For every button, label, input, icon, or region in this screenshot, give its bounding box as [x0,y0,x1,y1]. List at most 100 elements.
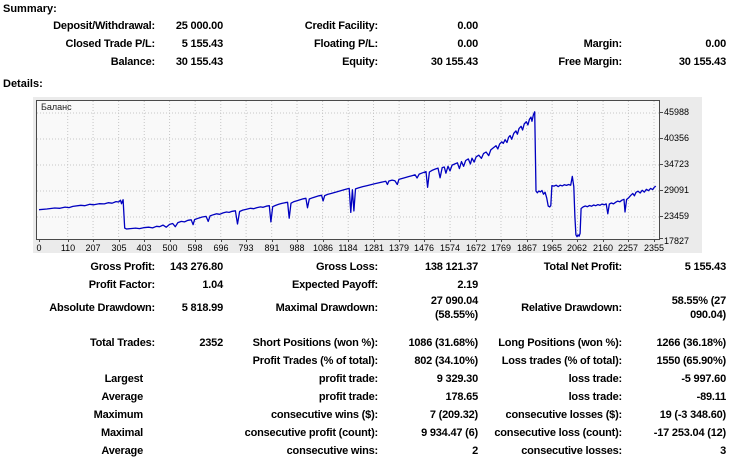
stat-value: 0.00 [705,35,726,53]
stat-label: profit trade: [319,388,378,406]
x-axis-tick [399,240,400,242]
stat-label: Gross Loss: [316,258,378,276]
stat-label: Short Positions (won %): [253,334,378,352]
stat-value: 27 090.04 (58.55%) [431,294,478,322]
stat-value: 5 155.43 [685,258,726,276]
details-table: Gross Profit:143 276.80Gross Loss:138 12… [0,258,731,460]
summary-section-title: Summary: [3,3,57,15]
stat-value: 19 (-3 348.60) [660,406,726,424]
stat-value: 1086 (31.68%) [408,334,478,352]
x-axis-tick [424,240,425,242]
x-axis-label: 793 [238,243,253,253]
stat-value: 3 [720,442,726,460]
stat-label: Maximum [94,406,143,424]
stat-label: consecutive losses ($): [506,406,622,424]
table-row: Gross Profit:143 276.80Gross Loss:138 12… [0,258,731,276]
x-axis-tick [93,240,94,242]
stat-label: Average [101,388,143,406]
stat-value: 0.00 [457,35,478,53]
x-axis-label: 305 [111,243,126,253]
table-row: Profit Trades (% of total):802 (34.10%)L… [0,352,731,370]
stat-value: 7 (209.32) [430,406,478,424]
stat-label: Expected Payoff: [292,276,378,294]
x-axis-label: 1672 [466,243,486,253]
x-axis-label: 500 [162,243,177,253]
x-axis-tick [628,240,629,242]
y-axis-label: 45988 [664,107,689,117]
stat-value: 2352 [199,334,223,352]
stat-label: Absolute Drawdown: [49,294,155,322]
stat-value: 30 155.43 [431,53,478,71]
y-axis-label: 34723 [664,159,689,169]
stat-label: consecutive loss (count): [494,424,622,442]
x-axis-tick [552,240,553,242]
mt4-statement-report: Summary: Deposit/Withdrawal:25 000.00Cre… [0,0,731,449]
stat-label: Average [101,442,143,460]
stat-label: Closed Trade P/L: [65,35,155,53]
y-axis-tick [660,216,663,217]
table-row: Closed Trade P/L: 5 155.43 Floating P/L: 0.… [0,35,731,53]
stat-label: Maximal [101,424,143,442]
summary-table: Deposit/Withdrawal:25 000.00Credit Facil… [0,17,731,71]
stat-value: -5 997.60 [681,370,726,388]
stat-value: -89.11 [697,388,726,406]
y-axis-label: 17827 [664,236,689,246]
x-axis-tick [246,240,247,242]
stat-label: loss trade: [569,388,622,406]
table-row: Profit Factor:1.04Expected Payoff:2.19 [0,276,731,294]
y-axis-tick [660,238,663,239]
balance-line-chart [37,101,659,239]
stat-label: Loss trades (% of total): [502,352,622,370]
x-axis-label: 1574 [440,243,460,253]
y-axis-label: 23459 [664,211,689,221]
stat-label: consecutive wins: [287,442,378,460]
stat-label: Total Trades: [90,334,155,352]
y-axis-tick [660,112,663,113]
x-axis-label: 598 [187,243,202,253]
x-axis-label: 0 [36,243,41,253]
x-axis-tick [272,240,273,242]
stat-label: Gross Profit: [90,258,155,276]
x-axis-tick [297,240,298,242]
stat-label: loss trade: [569,370,622,388]
stat-label: Equity: [342,53,378,71]
stat-value: 58.55% (27 090.04) [672,294,726,322]
x-axis-label: 2062 [567,243,587,253]
stat-label: Relative Drawdown: [521,294,622,322]
stat-label: Largest [105,370,143,388]
table-row: Absolute Drawdown:5 818.99Maximal Drawdo… [0,294,731,322]
stat-value: 9 329.30 [437,370,478,388]
table-row: Largest profit trade: 9 329.30 loss trade: -… [0,370,731,388]
stat-label: Profit Trades (% of total): [253,352,378,370]
stat-value: 1.04 [202,276,223,294]
x-axis-label: 1379 [389,243,409,253]
x-axis-label: 1281 [364,243,384,253]
table-row: Deposit/Withdrawal:25 000.00Credit Facil… [0,17,731,35]
stat-value: 143 276.80 [170,258,223,276]
stat-label: Long Positions (won %): [498,334,622,352]
table-row: Maximumconsecutive wins ($):7 (209.32)co… [0,406,731,424]
stat-label: Credit Facility: [305,17,378,35]
stat-value: 5 818.99 [182,294,223,322]
stat-value: 2 [472,442,478,460]
stat-value: 5 155.43 [182,35,223,53]
x-axis-label: 1086 [313,243,333,253]
x-axis-label: 1476 [414,243,434,253]
x-axis-tick [450,240,451,242]
x-axis-tick [170,240,171,242]
y-axis-tick [660,164,663,165]
x-axis-label: 988 [289,243,304,253]
x-axis-label: 1965 [542,243,562,253]
x-axis-tick [39,240,40,242]
table-row: Total Trades: 2352 Short Positions (won %)… [0,334,731,352]
stat-label: Profit Factor: [89,276,155,294]
x-axis-tick [501,240,502,242]
details-section-title: Details: [3,78,43,90]
x-axis-tick [348,240,349,242]
y-axis-tick [660,138,663,139]
x-axis-label: 1867 [517,243,537,253]
stat-value: 30 155.43 [679,53,726,71]
stat-value: -17 253.04 (12) [654,424,726,442]
stat-label: profit trade: [319,370,378,388]
stat-label: Floating P/L: [314,35,378,53]
